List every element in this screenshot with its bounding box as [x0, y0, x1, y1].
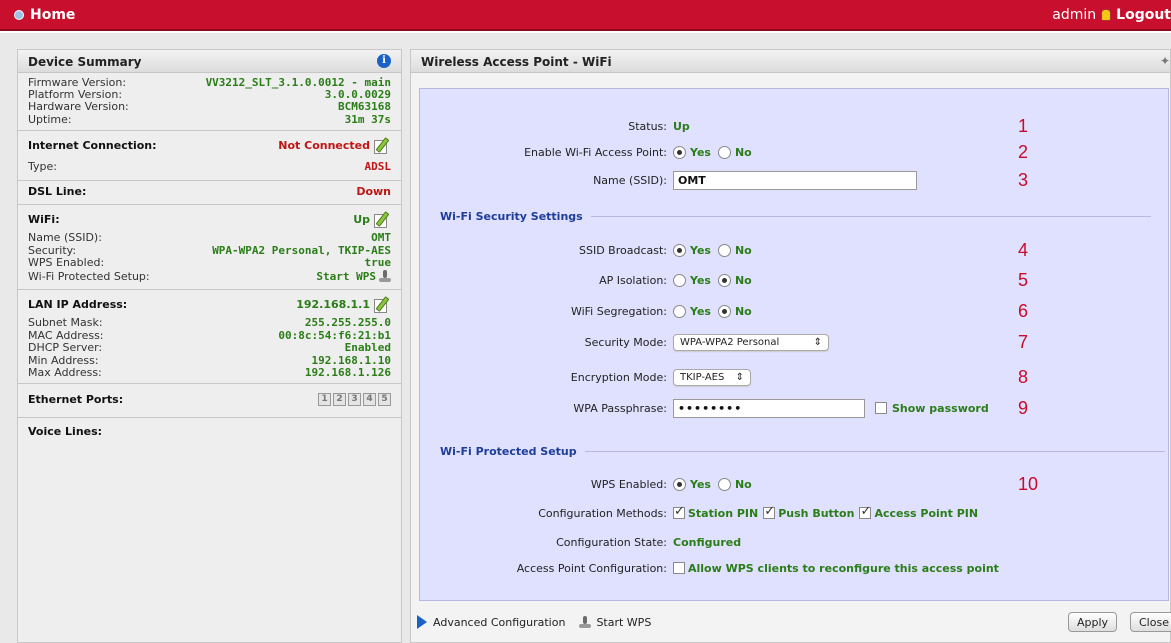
passphrase-row: WPA Passphrase: •••••••• Show password 9 [573, 397, 1029, 418]
passphrase-input[interactable]: •••••••• [673, 398, 865, 418]
logout-link[interactable]: Logout [1116, 7, 1171, 23]
ethernet-ports: 1 2 3 4 5 [318, 393, 391, 407]
port-icon: 4 [363, 393, 376, 407]
security-mode-select[interactable]: WPA-WPA2 Personal ⇕ [673, 333, 829, 351]
allow-reconfigure-checkbox[interactable] [673, 562, 685, 574]
segregation-yes-radio[interactable] [673, 304, 686, 318]
ethernet-row: Ethernet Ports: 1 2 3 4 5 [28, 387, 391, 413]
info-icon[interactable]: i [377, 54, 391, 68]
enable-ap-row: Enable Wi-Fi Access Point: Yes No 2 [524, 141, 1029, 162]
device-summary-panel: Device Summary i Firmware Version: VV3212_… [17, 49, 402, 643]
broadcast-no-radio[interactable] [717, 243, 731, 257]
ssid-row: Name (SSID): OMT 3 [593, 169, 1029, 190]
dhcp-row: DHCP Server: Enabled [28, 341, 391, 355]
security-row: Security: WPA-WPA2 Personal, TKIP-AES [28, 243, 391, 257]
username: admin [1052, 7, 1097, 23]
page-body: Device Summary i Firmware Version: VV3212_… [0, 33, 1171, 643]
firmware-row: Firmware Version: VV3212_SLT_3.1.0.0012 -… [28, 75, 391, 89]
internet-row: Internet Connection: Not Connected [28, 134, 391, 158]
edit-icon[interactable] [373, 136, 391, 155]
lan-row: LAN IP Address: 192.168.1.1 [28, 293, 391, 317]
segregation-row: WiFi Segregation: Yes No 6 [570, 300, 1029, 321]
edit-icon[interactable] [373, 295, 391, 314]
ap-pin-checkbox[interactable] [859, 504, 872, 519]
mac-row: MAC Address: 00:8c:54:f6:21:b1 [28, 328, 391, 342]
wps-yes-radio[interactable] [673, 477, 686, 491]
port-icon: 5 [378, 393, 391, 407]
select-arrows-icon: ⇕ [735, 371, 744, 383]
security-settings-title: Wi-Fi Security Settings [440, 210, 1151, 223]
port-icon: 2 [333, 393, 346, 407]
max-row: Max Address: 192.168.1.126 [28, 366, 391, 379]
type-row: Type: ADSL [28, 160, 391, 174]
config-methods-row: Configuration Methods: Station PINPush B… [420, 504, 1170, 522]
ssid-input[interactable]: OMT [673, 170, 917, 190]
advanced-config-link[interactable]: Advanced Configuration [433, 616, 565, 629]
close-button[interactable]: Close [1130, 612, 1171, 632]
lan-section: LAN IP Address: 192.168.1.1 Subnet Mask: 2… [18, 290, 401, 384]
ssid-row: Name (SSID): OMT [28, 231, 391, 245]
wps-enabled-row: WPS Enabled: Yes No 10 [590, 473, 1039, 494]
config-state-row: Configuration State: Configured [556, 535, 742, 549]
voice-row: Voice Lines: [28, 425, 103, 439]
encryption-mode-row: Encryption Mode: TKIP-AES ⇕ 8 [570, 366, 1029, 387]
home-link[interactable]: Home [14, 7, 75, 23]
panel-footer: Advanced Configuration Start WPS Apply C… [411, 602, 1171, 642]
start-wps-link[interactable]: Start WPS [316, 270, 376, 283]
port-icon: 3 [348, 393, 361, 407]
segregation-no-radio[interactable] [717, 304, 731, 318]
ssid-broadcast-row: SSID Broadcast: Yes No 4 [579, 239, 1029, 260]
encryption-mode-select[interactable]: TKIP-AES ⇕ [673, 368, 751, 386]
internet-section: Internet Connection: Not Connected Type: A… [18, 131, 401, 181]
subnet-row: Subnet Mask: 255.255.255.0 [28, 316, 391, 330]
wps-icon [379, 270, 391, 283]
expand-icon[interactable] [417, 615, 427, 629]
home-icon [14, 10, 24, 20]
hardware-row: Hardware Version: BCM63168 [28, 100, 391, 114]
ap-isolation-row: AP Isolation: Yes No 5 [599, 269, 1029, 290]
wps-icon [579, 615, 592, 629]
voice-section: Voice Lines: [18, 418, 401, 447]
wizard-icon[interactable]: ✦ [1160, 54, 1170, 68]
dsl-section: DSL Line: Down [18, 181, 401, 205]
uptime-row: Uptime: 31m 37s [28, 112, 391, 126]
show-password-checkbox[interactable] [875, 402, 887, 414]
enable-ap-yes-radio[interactable] [673, 145, 686, 159]
ethernet-section: Ethernet Ports: 1 2 3 4 5 [18, 384, 401, 418]
top-bar: Home admin Logout [0, 0, 1171, 31]
broadcast-yes-radio[interactable] [673, 243, 686, 257]
isolation-no-radio[interactable] [717, 273, 731, 287]
wps-setup-row: Wi-Fi Protected Setup: Start WPS [28, 269, 391, 285]
user-area: admin Logout [1052, 7, 1171, 23]
wps-no-radio[interactable] [717, 477, 731, 491]
wps-enabled-row: WPS Enabled: true [28, 256, 391, 270]
device-summary-header: Device Summary i [18, 50, 401, 73]
isolation-yes-radio[interactable] [673, 273, 686, 287]
wifi-section: WiFi: Up Name (SSID): OMT Security: WPA-WPA… [18, 205, 401, 290]
firmware-section: Firmware Version: VV3212_SLT_3.1.0.0012 -… [18, 73, 401, 131]
port-icon: 1 [318, 393, 331, 407]
enable-ap-no-radio[interactable] [717, 145, 731, 159]
min-row: Min Address: 192.168.1.10 [28, 353, 391, 367]
push-button-checkbox[interactable] [763, 504, 776, 519]
start-wps-footer-link[interactable]: Start WPS [596, 616, 651, 629]
wifi-panel: Wireless Access Point - WiFi ✦ Status: Up… [410, 49, 1171, 643]
station-pin-checkbox[interactable] [673, 504, 685, 519]
wifi-panel-header: Wireless Access Point - WiFi ✦ [411, 50, 1170, 73]
apply-button[interactable]: Apply [1068, 612, 1118, 632]
wps-title: Wi-Fi Protected Setup [440, 445, 1165, 458]
wifi-form: Status: Up 1 Enable Wi-Fi Access Point: … [419, 88, 1169, 601]
dsl-row: DSL Line: Down [28, 185, 391, 199]
select-arrows-icon: ⇕ [813, 336, 822, 348]
edit-icon[interactable] [373, 210, 391, 229]
security-mode-row: Security Mode: WPA-WPA2 Personal ⇕ 7 [584, 331, 1029, 352]
user-icon [1101, 9, 1112, 21]
status-row: Status: Up 1 [628, 115, 1029, 136]
ap-config-row: Access Point Configuration: Allow WPS cl… [516, 561, 999, 575]
platform-row: Platform Version: 3.0.0.0029 [28, 88, 391, 102]
wifi-row: WiFi: Up [28, 208, 391, 232]
